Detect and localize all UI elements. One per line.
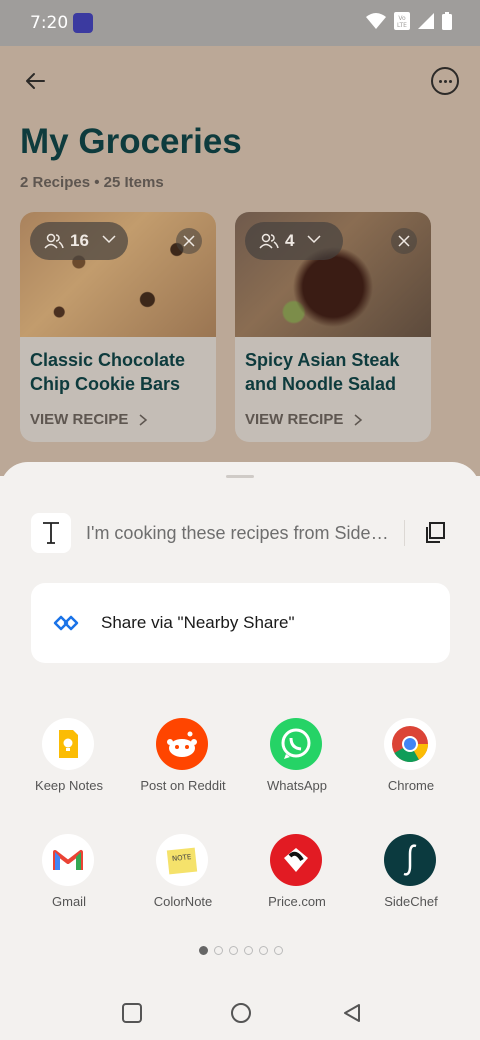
share-target-label: ColorNote — [153, 894, 213, 909]
app-notification-icon — [73, 13, 93, 33]
copy-icon — [426, 522, 445, 543]
arrow-left-icon — [26, 73, 45, 89]
nearby-share-icon — [53, 615, 79, 631]
share-target-label: WhatsApp — [267, 778, 327, 793]
share-preview-text: I'm cooking these recipes from SideC... — [86, 523, 392, 543]
chrome-icon — [384, 718, 436, 770]
share-sheet: I'm cooking these recipes from SideC... … — [0, 462, 480, 1040]
colornote-icon: NOTE — [156, 834, 208, 886]
share-target-label: Gmail — [52, 894, 86, 909]
recipe-card[interactable]: 4 Spicy Asian Steak and Noodle Salad VIE… — [235, 212, 431, 442]
reddit-icon — [156, 718, 208, 770]
servings-count: 16 — [70, 231, 89, 250]
nearby-share-label: Share via "Nearby Share" — [101, 613, 295, 632]
servings-selector[interactable]: 16 — [30, 222, 128, 260]
page-dot[interactable] — [229, 946, 238, 955]
page-subtitle: 2 Recipes • 25 Items — [20, 174, 164, 191]
view-recipe-link[interactable]: VIEW RECIPE — [245, 411, 343, 428]
gmail-icon — [42, 834, 94, 886]
close-icon — [398, 235, 410, 247]
share-target-price-com[interactable]: Price.com — [242, 834, 352, 934]
share-target-gmail[interactable]: Gmail — [14, 834, 124, 934]
groceries-page: My Groceries 2 Recipes • 25 Items 16 Cla… — [0, 46, 480, 476]
people-icon — [44, 233, 64, 249]
chevron-right-icon — [139, 414, 148, 426]
svg-text:Vo: Vo — [398, 15, 406, 22]
chevron-right-icon — [354, 414, 363, 426]
remove-recipe-button[interactable] — [391, 228, 417, 254]
volte-icon: VoLTE — [394, 12, 410, 30]
nearby-share-button[interactable]: Share via "Nearby Share" — [31, 583, 450, 663]
price-com-icon — [270, 834, 322, 886]
share-target-whatsapp[interactable]: WhatsApp — [242, 718, 352, 818]
share-target-sidechef[interactable]: SideChef — [356, 834, 466, 934]
keep-notes-icon — [42, 718, 94, 770]
more-dot — [449, 80, 452, 83]
page-dot[interactable] — [214, 946, 223, 955]
back-nav-icon[interactable] — [341, 1002, 363, 1024]
recipe-card[interactable]: 16 Classic Chocolate Chip Cookie Bars VI… — [20, 212, 216, 442]
page-dot[interactable] — [244, 946, 253, 955]
share-target-keep-notes[interactable]: Keep Notes — [14, 718, 124, 818]
close-icon — [183, 235, 195, 247]
svg-text:LTE: LTE — [397, 22, 407, 29]
page-dot[interactable] — [199, 946, 208, 955]
status-bar: 7:20 Vo LTE — [0, 0, 480, 46]
share-target-label: Chrome — [387, 778, 435, 793]
chevron-down-icon — [307, 235, 321, 244]
page-dot[interactable] — [274, 946, 283, 955]
battery-icon — [442, 12, 452, 30]
sheet-drag-handle[interactable] — [226, 475, 254, 478]
preview-divider — [404, 520, 405, 546]
more-options-button[interactable] — [431, 67, 459, 95]
servings-selector[interactable]: 4 — [245, 222, 343, 260]
back-button[interactable] — [20, 66, 50, 96]
remove-recipe-button[interactable] — [176, 228, 202, 254]
sidechef-icon — [384, 834, 436, 886]
share-target-reddit[interactable]: Post on Reddit — [128, 718, 238, 818]
text-preview-icon — [31, 513, 71, 553]
servings-count: 4 — [285, 231, 295, 250]
wifi-icon — [366, 13, 386, 29]
recents-icon[interactable] — [121, 1002, 143, 1024]
share-target-label: Post on Reddit — [140, 778, 226, 793]
home-icon[interactable] — [230, 1002, 252, 1024]
share-target-label: Keep Notes — [35, 778, 103, 793]
people-icon — [259, 233, 279, 249]
page-title: My Groceries — [20, 122, 242, 161]
recipe-title: Classic Chocolate Chip Cookie Bars — [30, 350, 186, 394]
status-icons: Vo LTE — [366, 12, 452, 30]
view-recipe-link[interactable]: VIEW RECIPE — [30, 411, 128, 428]
page-dot[interactable] — [259, 946, 268, 955]
whatsapp-icon — [270, 718, 322, 770]
recipe-title: Spicy Asian Steak and Noodle Salad — [245, 350, 400, 394]
signal-icon — [418, 13, 434, 29]
copy-button[interactable] — [420, 518, 450, 548]
page-indicator — [199, 946, 283, 955]
share-target-label: SideChef — [384, 894, 438, 909]
status-time: 7:20 — [30, 13, 69, 33]
share-target-label: Price.com — [268, 894, 326, 909]
system-navigation-bar — [0, 984, 480, 1040]
chevron-down-icon — [102, 235, 116, 244]
share-target-chrome[interactable]: Chrome — [356, 718, 466, 818]
more-dot — [439, 80, 442, 83]
more-dot — [444, 80, 447, 83]
share-target-colornote[interactable]: NOTE ColorNote — [128, 834, 238, 934]
